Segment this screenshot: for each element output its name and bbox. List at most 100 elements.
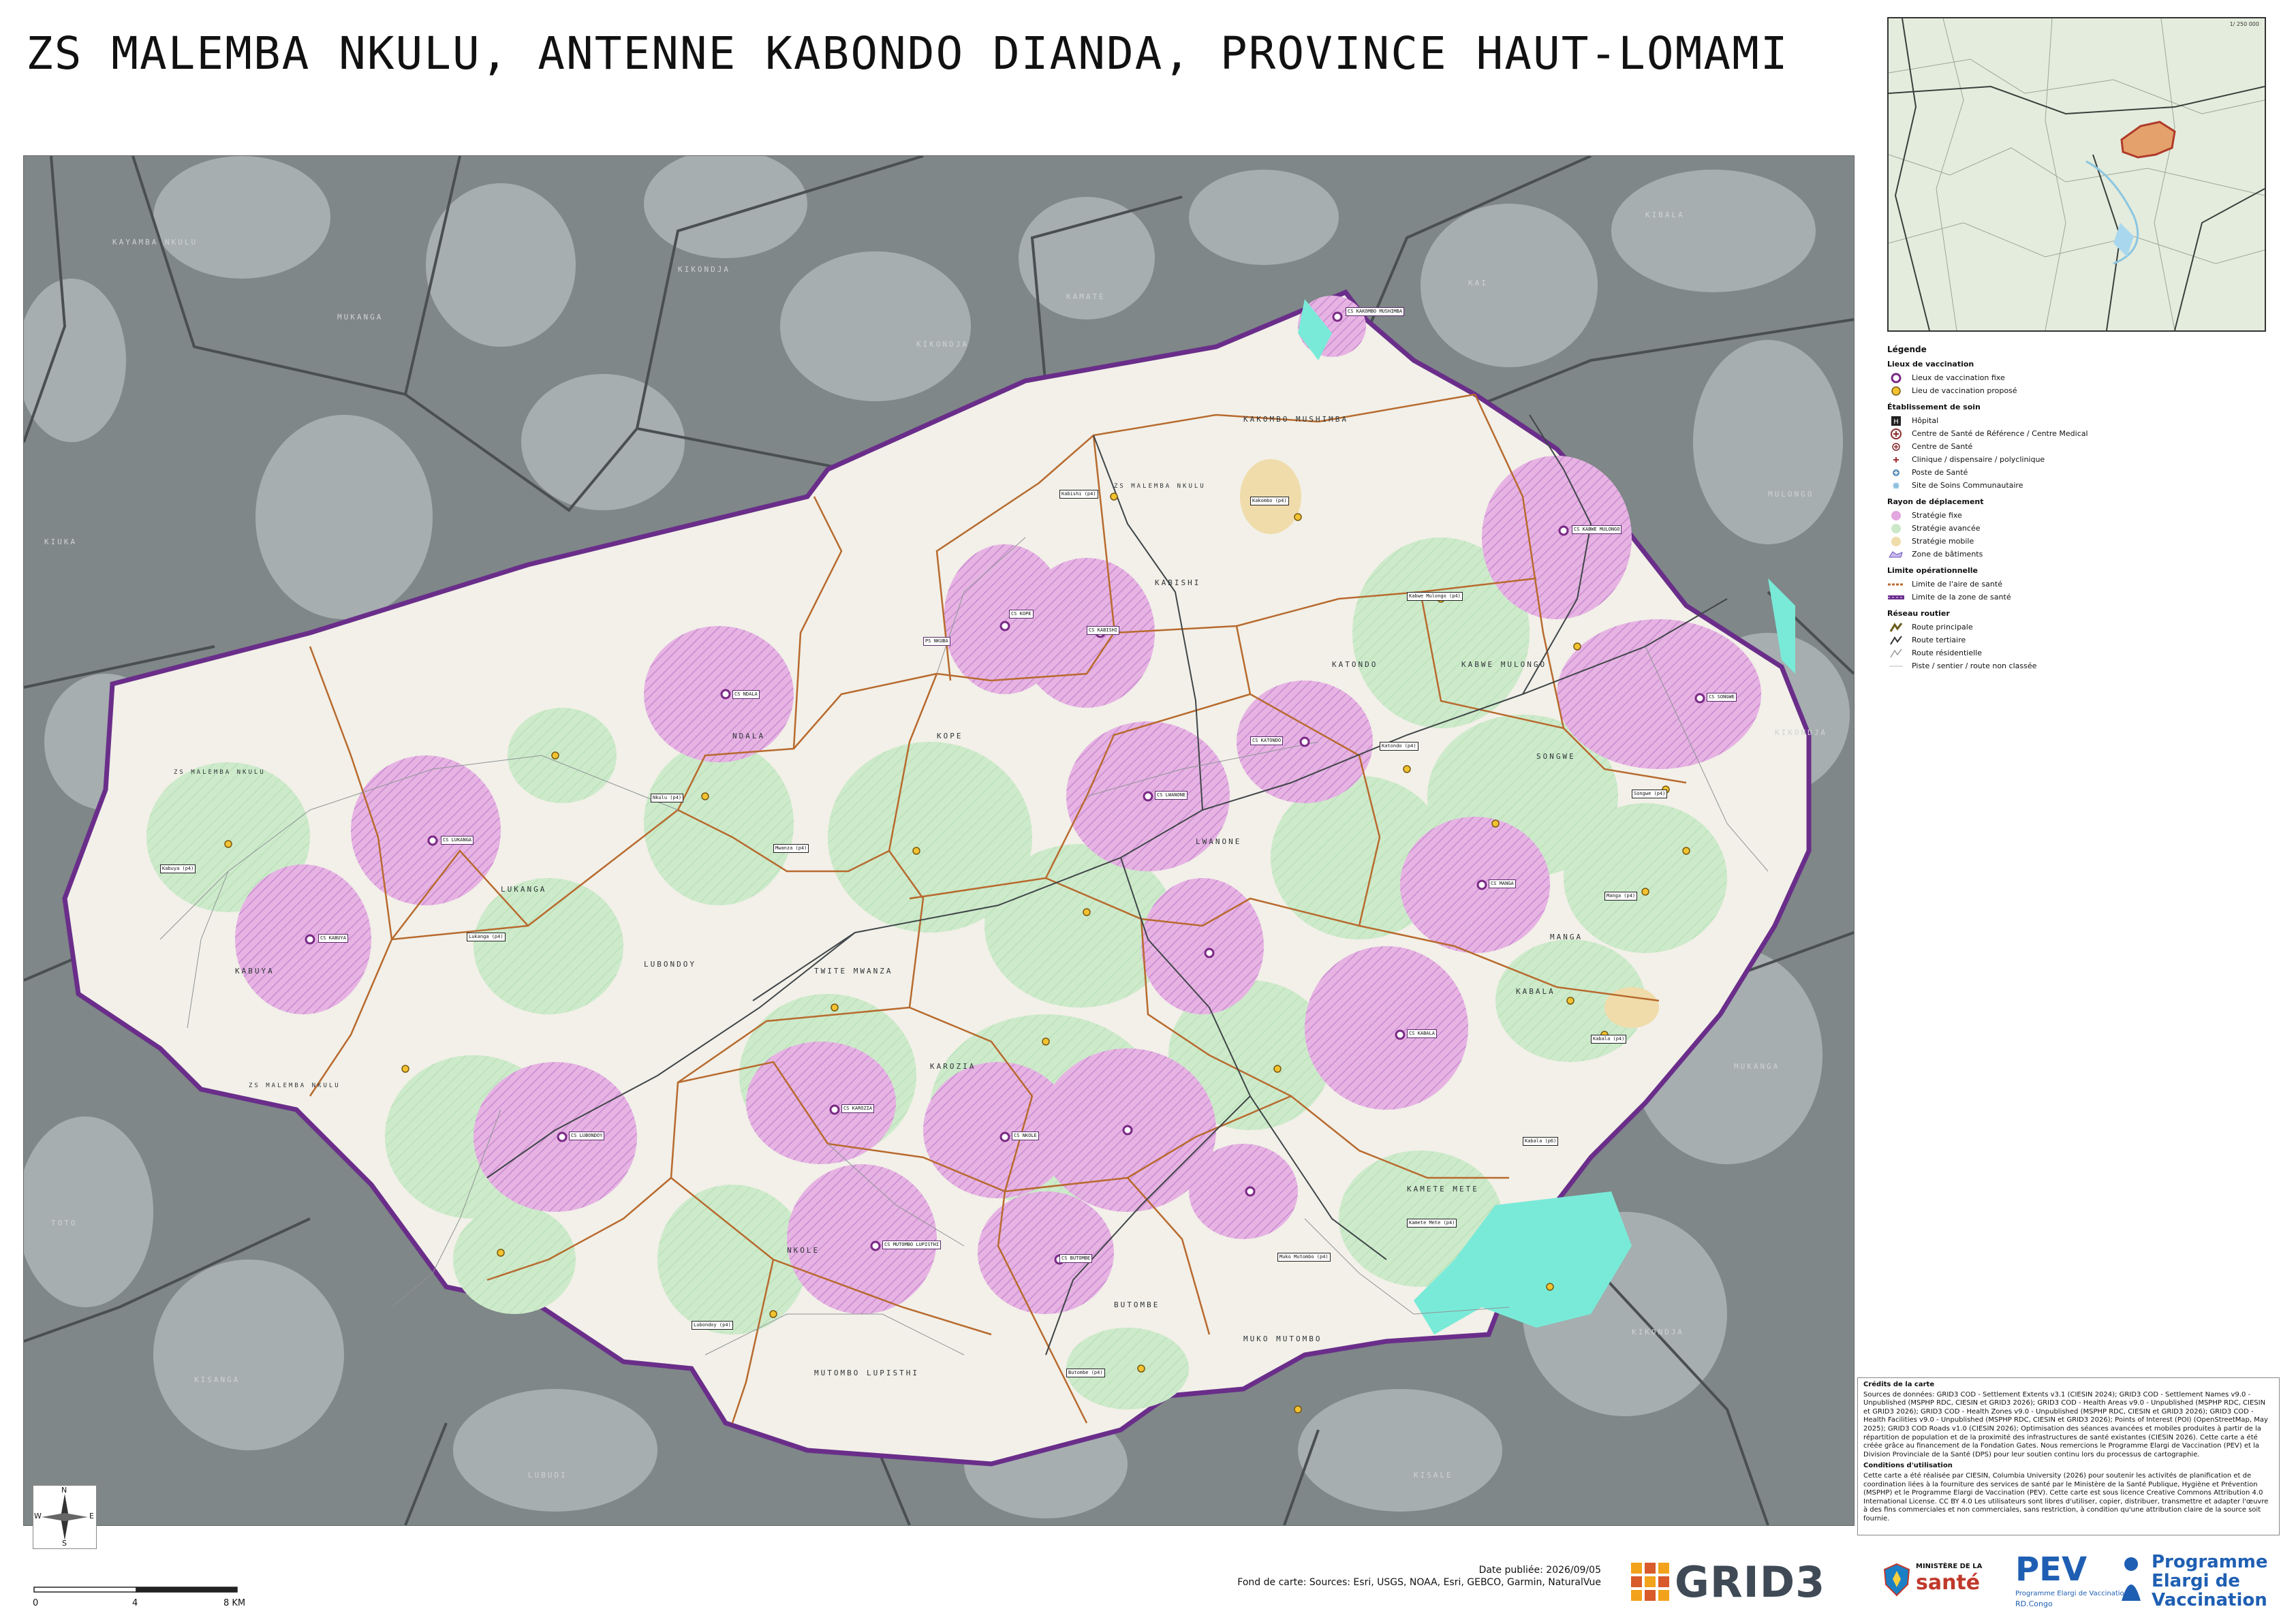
site-label[interactable]: Lukanga (p4) xyxy=(467,933,506,941)
health-area-limit-icon xyxy=(1887,579,1905,590)
east-letter: E xyxy=(89,1512,94,1520)
health-area-label: MUKO MUTOMBO xyxy=(1243,1334,1322,1343)
legend-item-label: Route résidentielle xyxy=(1912,649,1983,657)
outside-area-label: KISANGA xyxy=(194,1375,241,1384)
health-area-label: KABWE MULONGO xyxy=(1461,660,1547,669)
advanced-strategy-icon xyxy=(1887,523,1905,534)
site-label[interactable]: Butombe (p4) xyxy=(1066,1369,1105,1377)
site-label[interactable]: Muko Mutombo (p4) xyxy=(1277,1253,1331,1262)
outside-area-label: MUKANGA xyxy=(337,313,384,322)
zone-boundary-label: ZS MALEMBA NKULU xyxy=(174,769,266,776)
site-label[interactable]: Songwe (p4) xyxy=(1632,790,1668,798)
tertiary-road-icon xyxy=(1887,635,1905,646)
health-area-label: MUTOMBO LUPISTHI xyxy=(814,1369,919,1377)
site-label[interactable]: Katondo (p4) xyxy=(1380,742,1418,751)
terms-text: Cette carte a été réalisée par CIESIN, C… xyxy=(1863,1471,2269,1522)
ministere-main-text: santé xyxy=(1916,1571,1981,1595)
health-area-label: KABUYA xyxy=(235,967,275,975)
site-label[interactable]: CS SONGWE xyxy=(1707,693,1737,702)
health-area-label: BUTOMBE xyxy=(1114,1300,1160,1309)
residential-road-icon xyxy=(1887,648,1905,659)
main-map[interactable]: KAYAMBA NKULU MUKANGA KIKONDJA KIKONDJA … xyxy=(23,155,1855,1526)
inset-scale-label: 1/ 250 000 xyxy=(2229,21,2259,27)
site-label[interactable]: CS KABUYA xyxy=(318,934,348,943)
health-area-label: KABISHI xyxy=(1155,578,1201,587)
site-label[interactable]: CS MANGA xyxy=(1489,879,1516,888)
health-center-icon xyxy=(1887,441,1905,452)
credits-text: Sources de données: GRID3 COD - Settleme… xyxy=(1863,1390,2268,1458)
pev-wordmark: PEV xyxy=(2015,1550,2088,1589)
health-area-label: KATONDO xyxy=(1332,660,1378,669)
site-label[interactable]: Kabishi (p4) xyxy=(1059,490,1098,499)
health-area-label: LWANONE xyxy=(1196,837,1242,846)
legend-section-title: Rayon de déplacement xyxy=(1887,497,1984,506)
legend-item: Limite de l'aire de santé xyxy=(1887,578,2263,591)
programme-text: Programme xyxy=(2152,1552,2268,1572)
north-letter: N xyxy=(61,1486,67,1495)
pev-country: RD.Congo xyxy=(2015,1599,2053,1608)
north-arrow: N S E W xyxy=(33,1485,97,1549)
site-label[interactable]: CS KAKOMBO MUSHIMBA xyxy=(1346,307,1405,316)
site-label[interactable]: CS MUTOMBO LUPISTHI xyxy=(882,1240,942,1249)
site-label[interactable]: Kakombo (p4) xyxy=(1250,497,1289,505)
legend-item: Stratégie mobile xyxy=(1887,535,2263,548)
health-area-label: LUBONDOY xyxy=(644,960,696,969)
health-area-label: KAMETE METE xyxy=(1407,1185,1479,1193)
health-area-label: SONGWE xyxy=(1536,752,1576,761)
legend-item: Limite de la zone de santé xyxy=(1887,591,2263,604)
site-label[interactable]: CS LUKANGA xyxy=(441,836,474,845)
site-label[interactable]: Kabala (p4) xyxy=(1591,1035,1627,1044)
basemap-sources: Fond de carte: Sources: Esri, USGS, NOAA… xyxy=(1237,1577,1601,1588)
outside-area-label: KIKONDJA xyxy=(916,340,969,349)
outside-area-label: KIKONDJA xyxy=(1632,1328,1684,1337)
site-label[interactable]: CS NDALA xyxy=(732,690,760,699)
site-label[interactable]: CS KAROZIA xyxy=(841,1104,875,1113)
site-label[interactable]: CS KABALA xyxy=(1407,1029,1437,1038)
map-credits: Crédits de la carte Sources de données: … xyxy=(1857,1377,2280,1535)
legend-item: Stratégie fixe xyxy=(1887,509,2263,522)
outside-area-label: MULONGO xyxy=(1768,490,1814,499)
site-label[interactable]: CS KABWE MULONGO xyxy=(1572,525,1622,534)
health-area-label: MANGA xyxy=(1550,933,1583,941)
site-label[interactable]: Kabala (p6) xyxy=(1523,1137,1559,1146)
vaccination-text: Vaccination xyxy=(2152,1590,2267,1610)
site-label[interactable]: Lubondoy (p4) xyxy=(692,1321,733,1330)
buildings-zone-icon xyxy=(1887,549,1905,560)
legend-item: H Hôpital xyxy=(1887,414,2263,427)
zone-boundary-label: ZS MALEMBA NKULU xyxy=(249,1082,341,1089)
track-icon xyxy=(1887,661,1905,672)
site-label[interactable]: CS KATONDO xyxy=(1250,736,1284,745)
health-area-label: LUKANGA xyxy=(501,885,547,894)
fixed-site-icon xyxy=(1887,373,1905,384)
fixed-strategy-icon xyxy=(1887,510,1905,521)
legend-section-title: Réseau routier xyxy=(1887,609,1950,618)
site-label[interactable]: Nkulu (p4) xyxy=(651,794,684,802)
site-label[interactable]: Mwanza (p4) xyxy=(773,844,809,853)
site-label[interactable]: Kabuya (p4) xyxy=(160,864,196,873)
map-title: ZS MALEMBA NKULU, ANTENNE KABONDO DIANDA… xyxy=(26,27,1789,80)
health-area-label: NDALA xyxy=(732,732,766,740)
health-post-icon xyxy=(1887,467,1905,478)
legend-item: Zone de bâtiments xyxy=(1887,548,2263,561)
site-label[interactable]: Manga (p4) xyxy=(1604,892,1638,901)
legend-item-label: Lieu de vaccination proposé xyxy=(1912,386,2017,395)
south-letter: S xyxy=(62,1539,67,1548)
site-label[interactable]: CS KOPE xyxy=(1009,610,1034,619)
legend-item-label: Route principale xyxy=(1912,623,1973,631)
outside-area-label: KAMATE xyxy=(1066,292,1106,301)
site-label[interactable]: Kabwe Mulongo (p4) xyxy=(1407,592,1463,601)
site-label[interactable]: CS NKOLE xyxy=(1012,1131,1039,1140)
legend-item: Site de Soins Communautaire xyxy=(1887,479,2263,492)
site-label[interactable]: CS KABISHI xyxy=(1087,626,1120,635)
outside-area-label: KAYAMBA NKULU xyxy=(112,238,198,247)
site-label[interactable]: CS LWANONE xyxy=(1155,791,1188,800)
proposed-site-icon xyxy=(1887,386,1905,396)
outside-area-label: TOTO xyxy=(51,1219,78,1228)
site-label[interactable]: CS LUBONDOY xyxy=(569,1131,605,1140)
site-label[interactable]: CS BUTOMBE xyxy=(1059,1254,1093,1263)
health-area-label: TWITE MWANZA xyxy=(814,967,893,975)
site-label[interactable]: Kamete Mete (p4) xyxy=(1407,1219,1457,1228)
legend-item-label: Clinique / dispensaire / polyclinique xyxy=(1912,455,2045,464)
site-label[interactable]: PS NKUBA xyxy=(923,637,950,646)
outside-area-label: KIUKA xyxy=(44,537,78,546)
